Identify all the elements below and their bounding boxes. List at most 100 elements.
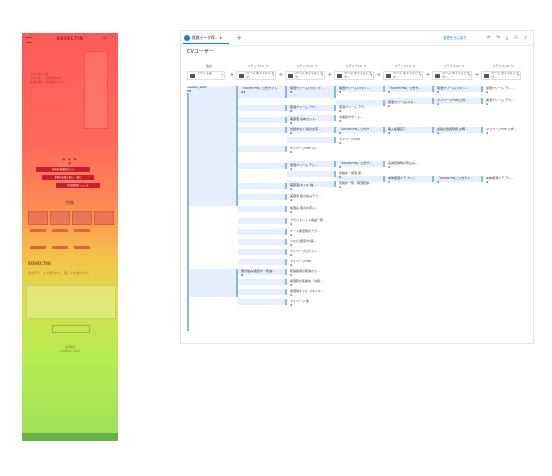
pencil-icon[interactable]: ✎ bbox=[462, 64, 465, 68]
path-node-bar bbox=[481, 127, 483, 133]
chevron-down-icon[interactable]: ▾ bbox=[517, 73, 519, 78]
pencil-icon[interactable]: ✎ bbox=[364, 64, 367, 68]
step-dimension-selector[interactable]: ページ タイトルとスク... ▾ bbox=[432, 71, 472, 80]
cart-icon[interactable]: 9件 bbox=[102, 36, 114, 42]
carousel-dots[interactable]: ● ● ● ● bbox=[60, 157, 80, 165]
path-node[interactable]: プラントレット商品一覧... 1 bbox=[285, 218, 327, 226]
tab-path-exploration[interactable]: 経路データ探... ▾ bbox=[183, 33, 229, 44]
chevron-down-icon[interactable]: ▾ bbox=[221, 73, 223, 78]
path-node[interactable]: 保湿クリーム アウ... 2 bbox=[334, 105, 376, 113]
chevron-down-icon[interactable]: ▾ bbox=[220, 35, 222, 40]
redo-icon[interactable]: ↷ bbox=[494, 34, 502, 42]
path-node-value: 1 bbox=[290, 293, 293, 297]
feature-thumb[interactable] bbox=[94, 211, 114, 225]
path-node[interactable]: 保湿クリーム アレ... 1 bbox=[481, 86, 523, 94]
path-node[interactable]: 保湿系 肌のお手入... 1 bbox=[285, 206, 327, 214]
feature-thumb[interactable] bbox=[28, 211, 48, 225]
promo-button[interactable]: 化粧水を使う前に 一度に bbox=[42, 175, 94, 180]
step-dimension-selector[interactable]: イベント名 ▾ bbox=[187, 71, 225, 80]
pencil-icon[interactable]: ✎ bbox=[413, 64, 416, 68]
step-dimension-selector[interactable]: ページ タイトルとスク... ▾ bbox=[334, 71, 374, 80]
path-node[interactable]: マイページTOP (公... 1 bbox=[285, 146, 327, 154]
pencil-icon[interactable]: ✎ bbox=[315, 64, 318, 68]
brand-logo: KOVECTIN bbox=[56, 36, 84, 41]
path-node[interactable]: 乾燥肌用の乾燥から... 1 bbox=[285, 269, 327, 277]
report-title: CVユーザー bbox=[187, 49, 214, 55]
path-node[interactable]: 「KOVECTIN」公式サ... 2 bbox=[383, 86, 425, 94]
check-icon[interactable]: ✓ bbox=[522, 34, 530, 42]
download-icon[interactable]: ⤓ bbox=[503, 34, 511, 42]
path-node[interactable]: マイページTOP 1 bbox=[334, 137, 376, 145]
path-node[interactable]: 保湿用オイル スキンケ... 1 bbox=[285, 289, 327, 297]
step-dimension-selector[interactable]: ページ タイトルとスク... ▾ bbox=[285, 71, 325, 80]
path-node[interactable]: 「KOVECTIN」公式サイト... 11 bbox=[236, 86, 279, 206]
path-node[interactable]: 会員登録時の申込み... 1 bbox=[383, 161, 425, 169]
undo-icon[interactable]: ↶ bbox=[485, 34, 493, 42]
path-node[interactable]: お客様サポート... 1 bbox=[334, 115, 376, 123]
add-step-icon[interactable]: + bbox=[229, 72, 235, 79]
share-icon[interactable]: ⚇ bbox=[512, 34, 520, 42]
step-dimension-selector[interactable]: ページ タイトルとスク... ▾ bbox=[383, 71, 423, 80]
path-node[interactable]: マイページTOP 1 bbox=[285, 259, 327, 267]
path-node[interactable]: 「KOVECTIN」公式サイ... 1 bbox=[432, 176, 474, 184]
chevron-down-icon[interactable]: ▾ bbox=[321, 73, 323, 78]
menu-icon[interactable] bbox=[26, 37, 32, 43]
path-node[interactable]: 本体保湿ケア アレ... 1 bbox=[481, 176, 523, 184]
path-node[interactable]: 「KOVECTIN」公式サ... 2 bbox=[334, 161, 376, 169]
add-step-icon[interactable]: + bbox=[278, 72, 284, 79]
path-node[interactable]: 化粧水など 肌のお手... 2 bbox=[285, 127, 327, 135]
feature-thumb[interactable] bbox=[72, 211, 92, 225]
promo-button[interactable]: 美容液肌をシュール bbox=[56, 183, 100, 188]
path-node[interactable]: 保湿クリーム(スキ... 1 bbox=[383, 100, 425, 108]
add-step-icon[interactable]: + bbox=[425, 72, 431, 79]
feature-thumbnails[interactable] bbox=[28, 211, 114, 225]
path-node[interactable]: マイページTOP 公式... 1 bbox=[481, 127, 523, 135]
chevron-down-icon[interactable]: ▾ bbox=[272, 73, 274, 78]
more-button[interactable] bbox=[52, 325, 90, 333]
path-node[interactable]: 保湿クリーム アウ... 1 bbox=[481, 98, 523, 106]
pencil-icon[interactable]: ✎ bbox=[266, 64, 269, 68]
add-tab-button[interactable]: + bbox=[235, 33, 243, 43]
root-node-bar[interactable] bbox=[187, 93, 189, 331]
step-dimension-selector[interactable]: ページ タイトルとスク... ▾ bbox=[236, 71, 276, 80]
path-node[interactable]: 化粧水・保湿 肌... 1 bbox=[334, 171, 376, 179]
path-node[interactable]: 購入処理完了 1 bbox=[383, 127, 425, 135]
revert-link[interactable]: 変更を元に戻す bbox=[443, 34, 487, 42]
promo-button[interactable]: 美容液 乾燥肌オイル bbox=[36, 167, 90, 172]
path-node[interactable]: 美容液 肌の悩みアプ... 1 bbox=[285, 194, 327, 202]
pencil-icon[interactable]: ✎ bbox=[511, 64, 514, 68]
path-node[interactable]: マイページログイン... 1 bbox=[285, 249, 327, 257]
path-node[interactable]: 保湿クリーム(スキン... 3 bbox=[334, 86, 376, 98]
path-node-value: 1 bbox=[388, 180, 391, 184]
step-dimension-selector[interactable]: ページ タイトルとスク... ▾ bbox=[481, 71, 521, 80]
path-node[interactable]: 本体保湿ケア クリ... 1 bbox=[383, 176, 425, 184]
path-node[interactable]: マイページ 他1 bbox=[285, 299, 327, 307]
path-node[interactable]: 保湿クリーム アウ... 2 bbox=[285, 105, 327, 113]
add-step-icon[interactable]: + bbox=[327, 72, 333, 79]
path-node-label: 顔の悩み(肌荒れ・乾燥... bbox=[241, 269, 276, 273]
add-step-icon[interactable]: + bbox=[376, 72, 382, 79]
path-node[interactable]: 美容液(オイル 他... 1 bbox=[285, 183, 327, 191]
path-node[interactable]: 美容液 基本セット... 2 bbox=[285, 117, 327, 125]
path-node[interactable]: 化粧水一覧・保湿乾燥... 1 bbox=[334, 181, 376, 189]
path-node[interactable]: ケース保湿用のアプ... 1 bbox=[285, 229, 327, 237]
feature-thumb[interactable] bbox=[50, 211, 70, 225]
path-node[interactable]: 保湿クリーム(スキン... 1 bbox=[432, 86, 474, 94]
path-node[interactable]: 保湿クリーム アレ... 1 bbox=[285, 163, 327, 171]
root-node[interactable]: session_start 51 bbox=[187, 85, 229, 94]
path-node[interactable]: 顔の悩み(肌荒れ・乾燥... 2 bbox=[236, 269, 278, 297]
path-node[interactable]: マイページTOP(公式... 1 bbox=[432, 98, 474, 106]
path-node[interactable]: 保湿肌を乾燥性「お肌... 1 bbox=[285, 279, 327, 287]
add-step-icon[interactable]: + bbox=[474, 72, 480, 79]
path-node[interactable]: 会員の会員登録 お問... 1 bbox=[432, 127, 474, 135]
path-node[interactable]: 「KOVECTIN」公式サ... 2 bbox=[334, 127, 376, 135]
path-flow bbox=[238, 279, 285, 285]
path-node[interactable]: ニキビ(肌荒れ)保... 1 bbox=[285, 239, 327, 247]
path-node-bar bbox=[236, 269, 238, 297]
path-node[interactable]: 保湿クリーム(スキンケ... 4 bbox=[285, 86, 327, 98]
chevron-down-icon[interactable]: ▾ bbox=[370, 73, 372, 78]
chevron-down-icon[interactable]: ▾ bbox=[419, 73, 421, 78]
chevron-down-icon[interactable]: ▾ bbox=[468, 73, 470, 78]
path-node-label: マイページTOP bbox=[339, 137, 360, 141]
path-node-label: 化粧水・保湿 肌... bbox=[339, 171, 364, 175]
